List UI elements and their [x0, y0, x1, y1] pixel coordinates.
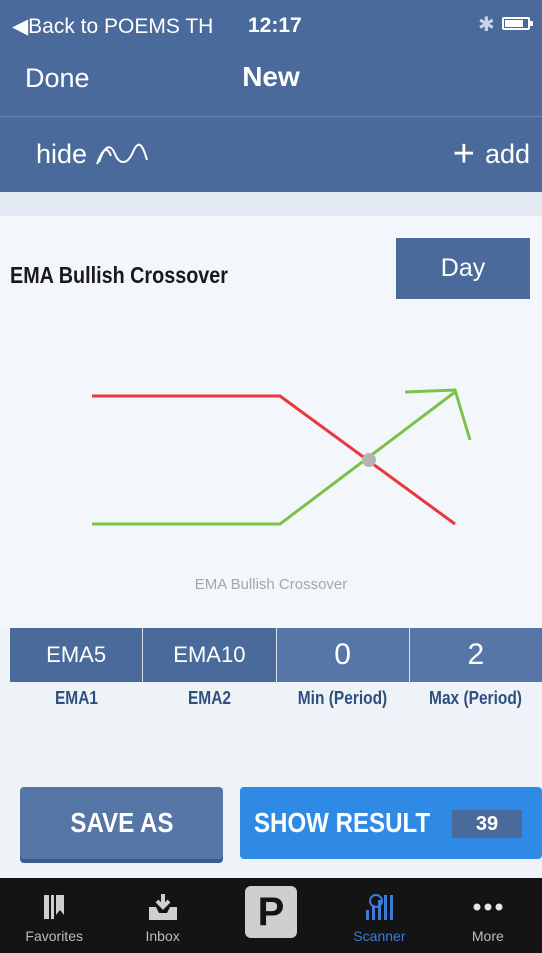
diagram-caption: EMA Bullish Crossover	[194, 576, 348, 593]
param-ema2[interactable]: EMA10	[143, 628, 277, 682]
parameter-row: EMA5 EMA10 0 2	[10, 628, 542, 682]
tab-label: Inbox	[145, 928, 180, 944]
tab-more[interactable]: More	[434, 878, 542, 953]
inbox-icon	[147, 886, 179, 928]
tab-scanner[interactable]: Scanner	[325, 878, 433, 953]
tab-inbox[interactable]: Inbox	[108, 878, 216, 953]
param-label: EMA1	[54, 688, 98, 708]
param-ema1[interactable]: EMA5	[10, 628, 144, 682]
save-as-button[interactable]: SAVE AS	[20, 787, 223, 859]
falling-ema-line	[92, 394, 456, 526]
wave-icon	[96, 143, 149, 164]
show-result-label: SHOW RESULT	[254, 807, 431, 838]
hide-button[interactable]: hide	[36, 139, 151, 170]
save-as-label: SAVE AS	[69, 807, 174, 838]
crossover-diagram	[92, 388, 472, 526]
bluetooth-icon: ✱	[478, 14, 495, 36]
param-max-period[interactable]: 2	[409, 628, 542, 682]
tab-poems[interactable]: P	[217, 878, 325, 953]
tab-bar: Favorites Inbox P Scanner More	[0, 878, 542, 953]
poems-logo-icon: P	[245, 886, 298, 938]
show-result-button[interactable]: SHOW RESULT 39	[240, 787, 542, 859]
crossover-point	[362, 453, 376, 467]
strategy-title: EMA Bullish Crossover	[10, 262, 228, 288]
param-label: Min (Period)	[297, 688, 388, 708]
tab-label: Scanner	[353, 928, 406, 944]
tab-label: Favorites	[25, 928, 83, 944]
status-bar: ◀Back to POEMS TH 12:17 ✱	[0, 0, 542, 46]
plus-icon: +	[452, 133, 475, 175]
parameter-labels: EMA1 EMA2 Min (Period) Max (Period)	[10, 688, 542, 709]
param-label: EMA2	[187, 688, 231, 708]
more-icon	[473, 886, 503, 928]
param-min-period[interactable]: 0	[276, 628, 410, 682]
hide-label: hide	[36, 139, 88, 169]
add-button[interactable]: + add	[453, 135, 530, 173]
back-to-app-link[interactable]: ◀Back to POEMS TH	[12, 14, 213, 39]
header: ◀Back to POEMS TH 12:17 ✱ Done New hide …	[0, 0, 542, 192]
tab-favorites[interactable]: Favorites	[0, 878, 108, 953]
rising-ema-line	[92, 390, 456, 526]
param-label: Max (Period)	[429, 688, 522, 708]
status-time: 12:17	[248, 14, 302, 37]
result-count-badge: 39	[452, 810, 522, 838]
header-strip	[0, 192, 542, 216]
arrow-head-icon	[404, 388, 472, 441]
favorites-icon	[41, 886, 67, 928]
page-title: New	[242, 61, 300, 92]
tab-label: More	[471, 928, 504, 944]
scanner-icon	[362, 886, 396, 928]
battery-icon	[502, 17, 533, 30]
divider	[0, 116, 542, 117]
add-label: add	[484, 138, 530, 169]
period-selector[interactable]: Day	[396, 238, 530, 299]
